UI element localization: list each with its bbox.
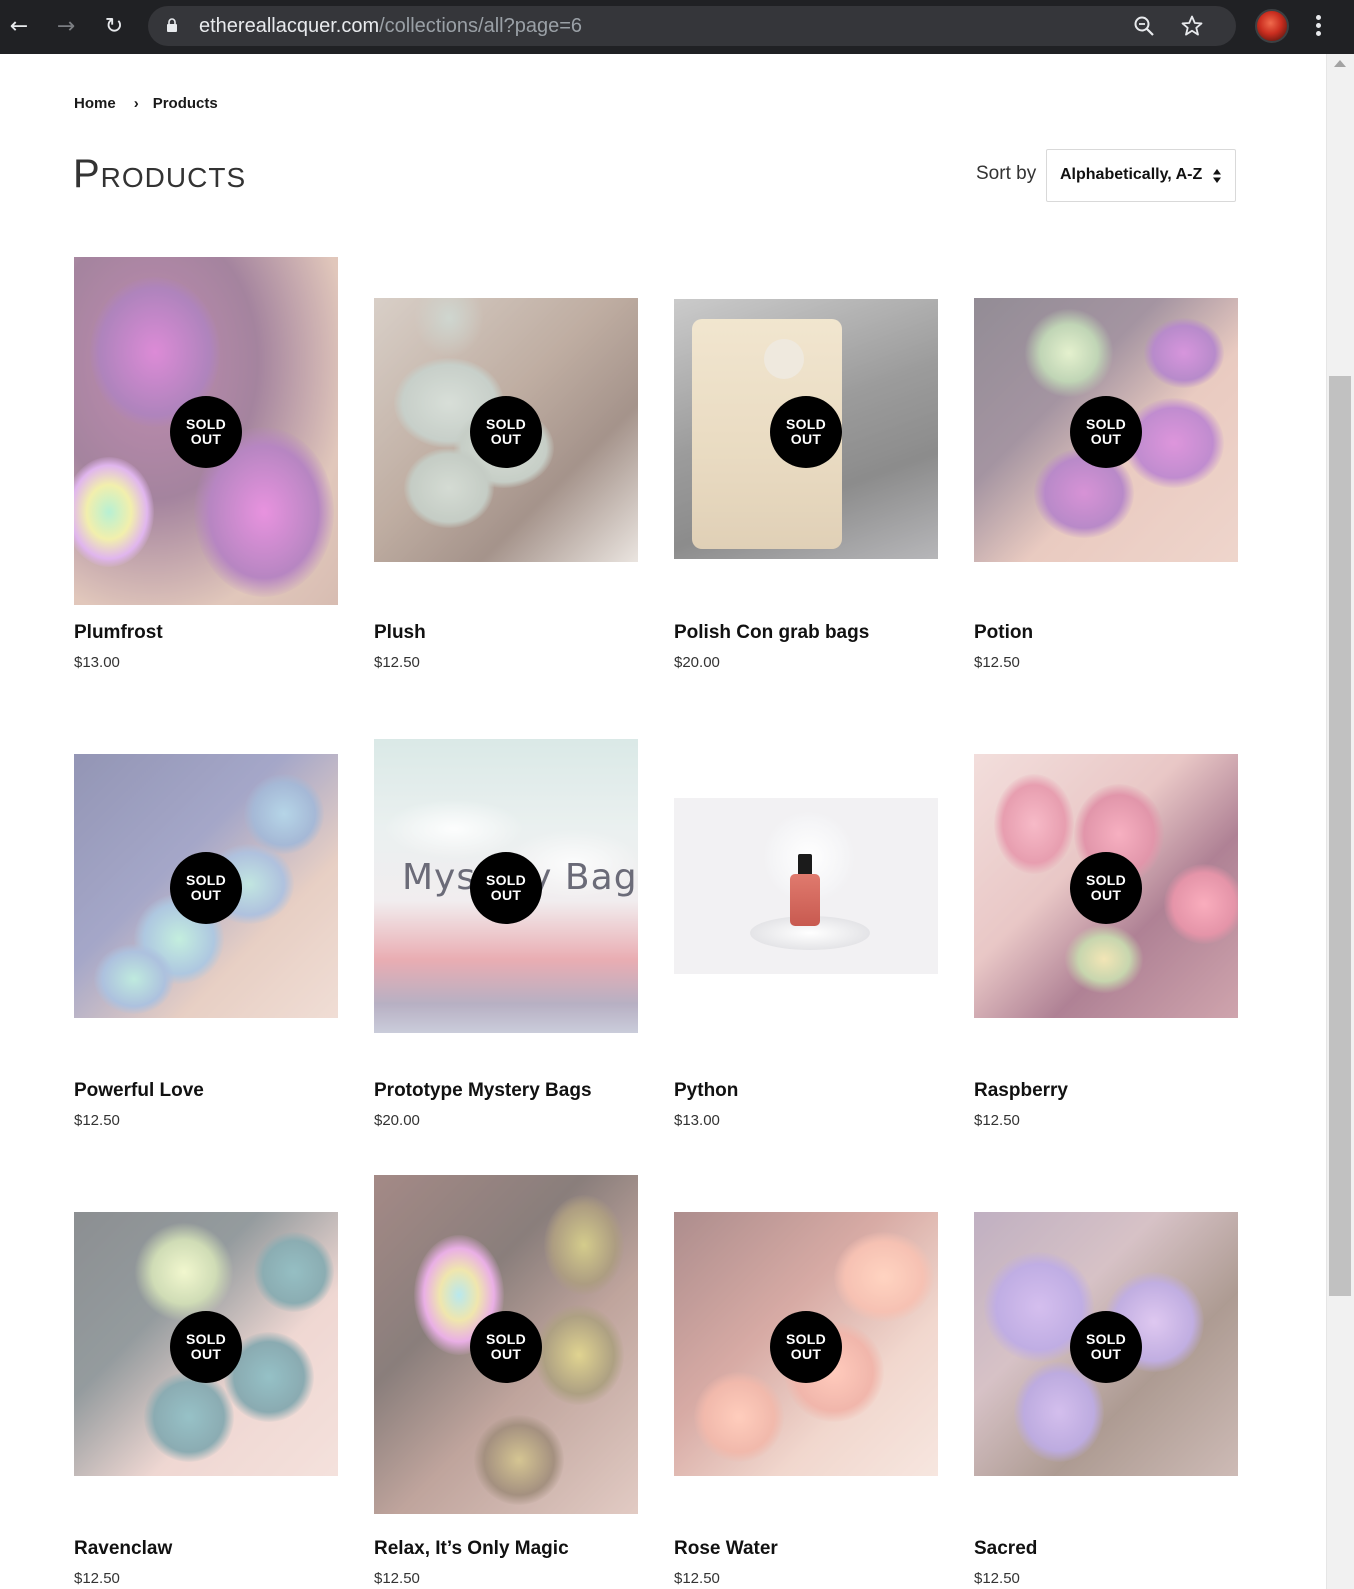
product-name[interactable]: Polish Con grab bags xyxy=(674,622,869,644)
badge-line: OUT xyxy=(790,1346,822,1362)
forward-arrow-icon[interactable]: → xyxy=(50,11,82,43)
product-price: $12.50 xyxy=(74,1112,120,1129)
page-scrollbar[interactable] xyxy=(1326,54,1354,1589)
sort-selected-value: Alphabetically, A-Z xyxy=(1060,166,1203,183)
product-name[interactable]: Plush xyxy=(374,622,426,644)
badge-line: SOLD xyxy=(1085,1331,1127,1347)
badge-line: SOLD xyxy=(185,872,227,888)
product-name[interactable]: Rose Water xyxy=(674,1538,778,1560)
bookmark-star-icon[interactable] xyxy=(1180,14,1204,38)
browser-toolbar: ← → ↻ ethereallacquer.com/collections/al… xyxy=(0,0,1354,54)
scrollbar-thumb[interactable] xyxy=(1329,376,1351,1296)
badge-line: SOLD xyxy=(185,1331,227,1347)
sold-out-badge: SOLD OUT xyxy=(770,396,842,468)
product-name[interactable]: Potion xyxy=(974,622,1033,644)
breadcrumb-home-link[interactable]: Home xyxy=(74,95,116,112)
badge-line: OUT xyxy=(1090,887,1122,903)
sold-out-badge: SOLD OUT xyxy=(1070,396,1142,468)
badge-line: SOLD xyxy=(185,416,227,432)
sold-out-badge: SOLD OUT xyxy=(470,1311,542,1383)
breadcrumb-separator: › xyxy=(133,95,139,112)
badge-line: SOLD xyxy=(485,1331,527,1347)
badge-line: SOLD xyxy=(485,416,527,432)
product-name[interactable]: Raspberry xyxy=(974,1080,1068,1102)
badge-line: OUT xyxy=(1090,1346,1122,1362)
badge-line: OUT xyxy=(490,431,522,447)
badge-line: SOLD xyxy=(785,416,827,432)
select-caret-icon xyxy=(1213,169,1221,183)
product-price: $20.00 xyxy=(674,654,720,671)
product-price: $12.50 xyxy=(374,1570,420,1587)
page-title: Products xyxy=(73,152,247,196)
sold-out-badge: SOLD OUT xyxy=(470,852,542,924)
product-price: $12.50 xyxy=(74,1570,120,1587)
sold-out-badge: SOLD OUT xyxy=(1070,852,1142,924)
product-name[interactable]: Prototype Mystery Bags xyxy=(374,1080,592,1102)
product-price: $12.50 xyxy=(674,1570,720,1587)
product-price: $12.50 xyxy=(974,1570,1020,1587)
product-image[interactable] xyxy=(674,798,938,974)
badge-line: SOLD xyxy=(1085,416,1127,432)
url-path: /collections/all?page=6 xyxy=(379,15,583,37)
badge-line: OUT xyxy=(1090,431,1122,447)
badge-line: OUT xyxy=(490,1346,522,1362)
product-name[interactable]: Plumfrost xyxy=(74,622,163,644)
product-price: $12.50 xyxy=(974,654,1020,671)
sort-label: Sort by xyxy=(976,163,1037,184)
product-price: $20.00 xyxy=(374,1112,420,1129)
product-price: $12.50 xyxy=(974,1112,1020,1129)
product-name[interactable]: Ravenclaw xyxy=(74,1538,172,1560)
product-price: $13.00 xyxy=(674,1112,720,1129)
url-text: ethereallacquer.com/collections/all?page… xyxy=(199,6,582,46)
zoom-icon[interactable] xyxy=(1132,14,1156,38)
sold-out-badge: SOLD OUT xyxy=(170,396,242,468)
breadcrumb-current: Products xyxy=(152,95,218,112)
sold-out-badge: SOLD OUT xyxy=(770,1311,842,1383)
reload-icon[interactable]: ↻ xyxy=(98,11,130,43)
more-menu-icon[interactable] xyxy=(1308,12,1328,42)
sort-select[interactable]: Alphabetically, A-Z xyxy=(1046,149,1236,202)
badge-line: SOLD xyxy=(1085,872,1127,888)
product-name[interactable]: Powerful Love xyxy=(74,1080,204,1102)
product-name[interactable]: Python xyxy=(674,1080,738,1102)
profile-avatar[interactable] xyxy=(1255,9,1289,43)
url-domain: ethereallacquer.com xyxy=(199,15,380,37)
sold-out-badge: SOLD OUT xyxy=(470,396,542,468)
sold-out-badge: SOLD OUT xyxy=(1070,1311,1142,1383)
product-name[interactable]: Relax, It’s Only Magic xyxy=(374,1538,569,1560)
scroll-up-arrow-icon[interactable] xyxy=(1334,60,1346,67)
product-price: $13.00 xyxy=(74,654,120,671)
badge-line: OUT xyxy=(190,1346,222,1362)
product-name[interactable]: Sacred xyxy=(974,1538,1037,1560)
badge-line: OUT xyxy=(790,431,822,447)
badge-line: OUT xyxy=(190,887,222,903)
breadcrumb: Home › Products xyxy=(74,95,218,112)
sold-out-badge: SOLD OUT xyxy=(170,852,242,924)
badge-line: OUT xyxy=(490,887,522,903)
sold-out-badge: SOLD OUT xyxy=(170,1311,242,1383)
back-arrow-icon[interactable]: ← xyxy=(3,11,35,43)
badge-line: SOLD xyxy=(785,1331,827,1347)
product-price: $12.50 xyxy=(374,654,420,671)
badge-line: OUT xyxy=(190,431,222,447)
lock-icon xyxy=(167,18,177,32)
address-bar[interactable]: ethereallacquer.com/collections/all?page… xyxy=(148,6,1236,46)
badge-line: SOLD xyxy=(485,872,527,888)
